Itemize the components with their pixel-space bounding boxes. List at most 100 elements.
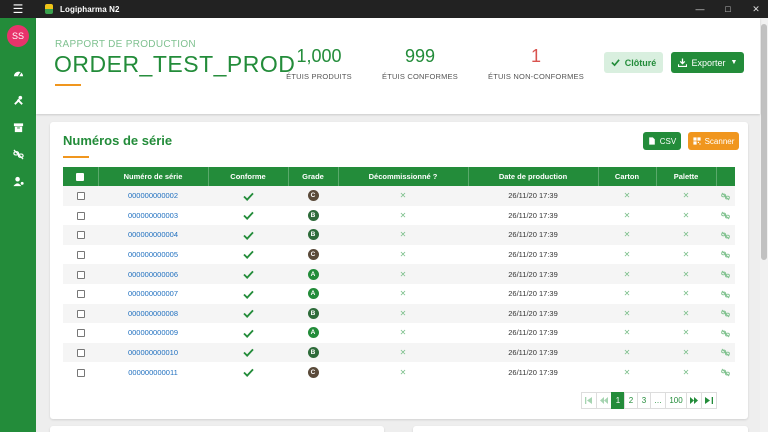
- conform-cell: [208, 362, 288, 382]
- grade-cell: A: [288, 264, 338, 284]
- column-header[interactable]: Grade: [288, 167, 339, 186]
- decommission-action-cell[interactable]: [716, 206, 735, 226]
- decommission-action-cell[interactable]: [716, 186, 735, 206]
- prev-page-button[interactable]: [596, 392, 612, 409]
- unlink-icon: [721, 211, 730, 220]
- table-row[interactable]: 000000000010 B ✕ 26/11/20 17:39 ✕ ✕: [63, 342, 735, 363]
- cross-icon: ✕: [623, 308, 631, 318]
- sidebar-item-decommission[interactable]: [0, 141, 36, 168]
- table-row[interactable]: 000000000006 A ✕ 26/11/20 17:39 ✕ ✕: [63, 264, 735, 284]
- decommission-action-cell[interactable]: [716, 245, 735, 265]
- avatar[interactable]: SS: [7, 25, 29, 47]
- hamburger-icon[interactable]: ☰: [0, 0, 36, 18]
- table-row[interactable]: 000000000002 C ✕ 26/11/20 17:39 ✕ ✕: [63, 186, 735, 206]
- serial-link[interactable]: 000000000005: [128, 250, 178, 259]
- section-label: RAPPORT DE PRODUCTION: [55, 39, 196, 50]
- next-page-button[interactable]: [686, 392, 702, 409]
- select-all-checkbox[interactable]: [76, 173, 85, 181]
- closed-button[interactable]: Clôturé: [604, 52, 663, 73]
- scrollbar-thumb[interactable]: [761, 24, 767, 260]
- row-checkbox[interactable]: [76, 251, 85, 260]
- minimize-icon[interactable]: —: [688, 0, 712, 18]
- row-checkbox[interactable]: [76, 231, 85, 240]
- maximize-icon[interactable]: □: [716, 0, 740, 18]
- table-row[interactable]: 000000000004 B ✕ 26/11/20 17:39 ✕ ✕: [63, 225, 735, 245]
- grade-badge: B: [307, 307, 319, 319]
- stat-conform-label: ÉTUIS CONFORMES: [382, 72, 458, 81]
- column-header[interactable]: Décommissionné ?: [338, 167, 469, 186]
- sidebar-item-tools[interactable]: [0, 87, 36, 114]
- decommission-action-cell[interactable]: [716, 284, 735, 304]
- table-row[interactable]: 000000000007 A ✕ 26/11/20 17:39 ✕ ✕: [63, 284, 735, 304]
- serial-link[interactable]: 000000000002: [128, 191, 178, 200]
- column-header[interactable]: Conforme: [208, 167, 289, 186]
- stat-produced-label: ÉTUIS PRODUITS: [286, 72, 352, 81]
- row-checkbox[interactable]: [76, 270, 85, 279]
- grade-badge: C: [307, 249, 319, 261]
- csv-button[interactable]: CSV: [643, 132, 681, 150]
- row-checkbox[interactable]: [76, 329, 85, 338]
- table-row[interactable]: 000000000009 A ✕ 26/11/20 17:39 ✕ ✕: [63, 323, 735, 343]
- page-button[interactable]: 1: [611, 392, 625, 409]
- decommission-action-cell[interactable]: [716, 323, 735, 343]
- serial-cell: 000000000010: [98, 343, 208, 363]
- row-checkbox[interactable]: [76, 309, 85, 318]
- decommission-action-cell[interactable]: [716, 225, 735, 245]
- decommission-action-cell[interactable]: [716, 343, 735, 363]
- decommission-action-cell[interactable]: [716, 264, 735, 284]
- row-checkbox[interactable]: [76, 211, 85, 220]
- column-header[interactable]: Palette: [656, 167, 717, 186]
- row-checkbox[interactable]: [76, 368, 85, 377]
- first-page-button[interactable]: [581, 392, 597, 409]
- serial-link[interactable]: 000000000008: [128, 309, 178, 318]
- palette-cell: ✕: [656, 206, 716, 226]
- serial-link[interactable]: 000000000011: [128, 368, 178, 377]
- decommission-action-cell[interactable]: [716, 362, 735, 382]
- cross-icon: ✕: [682, 328, 690, 338]
- page-button[interactable]: 100: [665, 392, 687, 409]
- row-checkbox[interactable]: [76, 192, 85, 201]
- cross-icon: ✕: [623, 367, 631, 377]
- column-header[interactable]: Carton: [598, 167, 657, 186]
- page-button[interactable]: 2: [624, 392, 638, 409]
- sidebar: SS: [0, 18, 36, 432]
- serial-link[interactable]: 000000000006: [128, 270, 178, 279]
- export-button[interactable]: Exporter ▼: [671, 52, 744, 73]
- close-icon[interactable]: ✕: [744, 0, 768, 18]
- palette-cell: ✕: [656, 186, 716, 206]
- scanner-button[interactable]: Scanner: [688, 132, 739, 150]
- conform-cell: [208, 264, 288, 284]
- unlink-icon: [721, 192, 730, 200]
- serial-link[interactable]: 000000000009: [128, 328, 178, 337]
- page-button[interactable]: 3: [637, 392, 651, 409]
- last-page-button[interactable]: [701, 392, 717, 409]
- palette-cell: ✕: [656, 264, 716, 284]
- palette-cell: ✕: [656, 225, 716, 245]
- scanner-button-label: Scanner: [704, 136, 735, 146]
- table-row[interactable]: 000000000008 B ✕ 26/11/20 17:39 ✕ ✕: [63, 303, 735, 324]
- check-icon: [242, 309, 254, 319]
- palette-cell: ✕: [656, 245, 716, 265]
- table-row[interactable]: 000000000005 C ✕ 26/11/20 17:39 ✕ ✕: [63, 245, 735, 265]
- sidebar-item-archive[interactable]: [0, 114, 36, 141]
- column-header[interactable]: Numéro de série: [98, 167, 209, 186]
- table-row[interactable]: 000000000003 B ✕ 26/11/20 17:39 ✕ ✕: [63, 206, 735, 226]
- sidebar-item-dashboard[interactable]: [0, 60, 36, 87]
- conform-cell: [208, 225, 288, 245]
- column-header-actions: [716, 167, 735, 186]
- row-checkbox[interactable]: [76, 290, 85, 299]
- double-chevron-right-icon: [690, 397, 698, 404]
- serial-link[interactable]: 000000000004: [128, 230, 178, 239]
- table-row[interactable]: 000000000011 C ✕ 26/11/20 17:39 ✕ ✕: [63, 362, 735, 382]
- sidebar-item-users[interactable]: [0, 168, 36, 195]
- serial-link[interactable]: 000000000003: [128, 211, 178, 220]
- serial-link[interactable]: 000000000010: [128, 348, 178, 357]
- serial-link[interactable]: 000000000007: [128, 289, 178, 298]
- decommission-action-cell[interactable]: [716, 304, 735, 324]
- stat-nonconform-label: ÉTUIS NON-CONFORMES: [488, 72, 584, 81]
- page-scrollbar[interactable]: [760, 18, 768, 432]
- palette-cell: ✕: [656, 343, 716, 363]
- serials-table: Numéro de série Conforme Grade Décommiss…: [63, 167, 735, 382]
- column-header[interactable]: Date de production: [468, 167, 599, 186]
- row-checkbox[interactable]: [76, 349, 85, 358]
